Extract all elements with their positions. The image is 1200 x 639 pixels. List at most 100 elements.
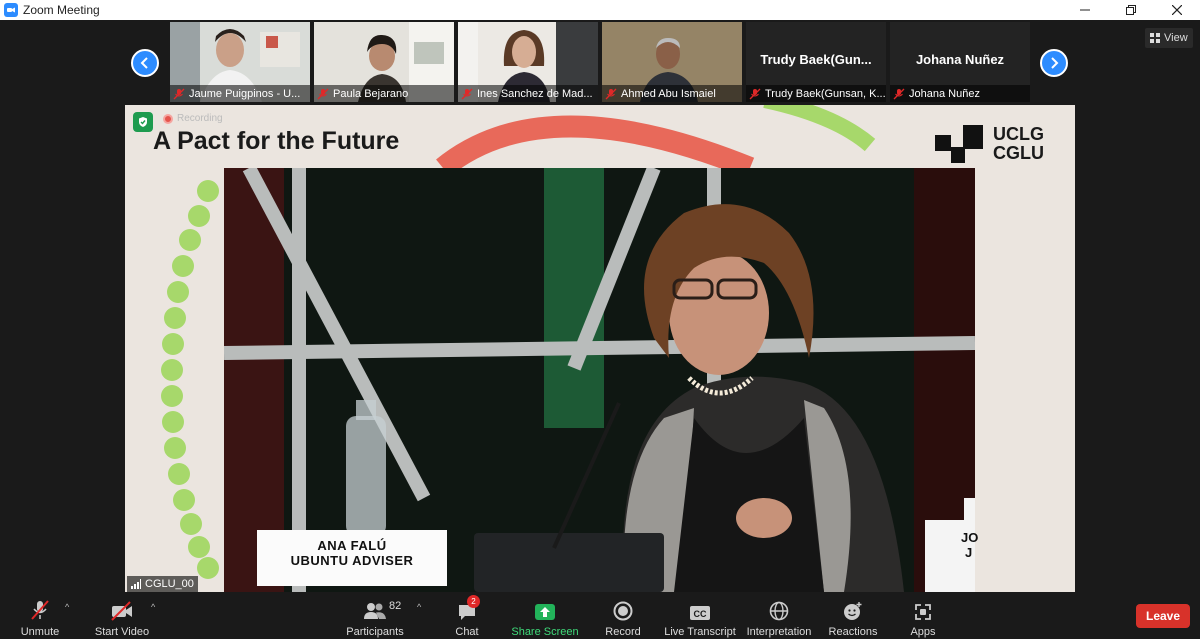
active-speaker-label: CGLU_00 [127, 576, 198, 592]
nameplate-name: ANA FALÚ [317, 538, 387, 553]
chevron-left-icon [140, 57, 148, 69]
chat-label: Chat [455, 626, 479, 638]
zoom-logo-icon [4, 3, 18, 17]
muted-mic-icon [461, 88, 473, 99]
video-options-caret-icon[interactable]: ^ [151, 602, 155, 612]
recording-label: Recording [177, 113, 223, 124]
participant-gallery: Jaume Puigpinos - U... Paula Bejarano In… [170, 22, 1030, 102]
right-nameplate: JO J [925, 520, 979, 592]
audio-options-caret-icon[interactable]: ^ [65, 602, 69, 612]
muted-mic-icon [173, 88, 185, 99]
reactions-button[interactable]: Reactions [826, 592, 880, 639]
recording-dot-icon [163, 113, 173, 124]
apps-icon [914, 597, 932, 621]
muted-mic-icon [893, 88, 905, 99]
live-transcript-button[interactable]: CC Live Transcript [664, 592, 736, 639]
apps-label: Apps [910, 626, 936, 638]
muted-mic-icon [30, 597, 50, 621]
security-shield-icon[interactable] [133, 112, 153, 132]
participants-label: Participants [346, 626, 404, 638]
view-label: View [1164, 32, 1188, 44]
muted-mic-icon [605, 88, 617, 99]
participants-count: 82 [389, 600, 402, 612]
share-screen-button[interactable]: Share Screen [510, 592, 580, 639]
participant-tile[interactable]: Ahmed Abu Ismaiel [602, 22, 742, 102]
logo-text-top: UCLG [993, 124, 1044, 144]
participants-options-caret-icon[interactable]: ^ [417, 602, 421, 612]
chat-icon: 2 [457, 595, 480, 621]
apps-button[interactable]: Apps [905, 592, 941, 639]
signal-bars-icon [131, 579, 141, 589]
uclg-logo: UCLG CGLU [935, 125, 1044, 163]
participant-tile[interactable]: Trudy Baek(Gun... Trudy Baek(Gunsan, K..… [746, 22, 886, 102]
recording-indicator: Recording [163, 113, 223, 124]
closed-caption-icon: CC [689, 597, 711, 621]
speaker-video [224, 168, 975, 592]
right-nameplate-line1: JO [961, 530, 979, 545]
participant-name: Paula Bejarano [333, 87, 409, 100]
record-label: Record [605, 626, 641, 638]
restore-icon [1126, 5, 1136, 15]
share-screen-label: Share Screen [511, 626, 579, 638]
participant-tile[interactable]: Johana Nuñez Johana Nuñez [890, 22, 1030, 102]
participant-label: Paula Bejarano [314, 85, 454, 102]
reactions-label: Reactions [828, 626, 878, 638]
meeting-area: Jaume Puigpinos - U... Paula Bejarano In… [0, 20, 1200, 592]
participant-name: Johana Nuñez [909, 87, 980, 100]
meeting-toolbar: Unmute ^ Start Video ^ Participants 82 ^… [0, 592, 1200, 639]
interpretation-button[interactable]: Interpretation [744, 592, 814, 639]
window-title: Zoom Meeting [23, 3, 100, 17]
slide-title: A Pact for the Future [153, 127, 400, 155]
live-transcript-label: Live Transcript [664, 626, 736, 638]
grid-icon [1150, 33, 1160, 43]
svg-text:CC: CC [694, 609, 707, 619]
participants-icon [363, 597, 387, 621]
leave-button[interactable]: Leave [1136, 604, 1190, 628]
chevron-right-icon [1051, 57, 1059, 69]
record-button[interactable]: Record [600, 592, 646, 639]
muted-mic-icon [317, 88, 329, 99]
participant-tile[interactable]: Ines Sanchez de Mad... [458, 22, 598, 102]
participant-label: Jaume Puigpinos - U... [170, 85, 310, 102]
record-icon [613, 597, 633, 621]
participant-name: Ahmed Abu Ismaiel [621, 87, 716, 100]
participant-name: Ines Sanchez de Mad... [477, 87, 593, 100]
minimize-icon [1080, 9, 1090, 11]
video-off-icon [110, 597, 134, 621]
participant-label: Johana Nuñez [890, 85, 1030, 102]
participant-tile[interactable]: Jaume Puigpinos - U... [170, 22, 310, 102]
share-screen-icon [534, 597, 556, 621]
restore-button[interactable] [1108, 0, 1154, 20]
unmute-label: Unmute [20, 626, 60, 638]
window-controls [1062, 0, 1200, 20]
uclg-logo-mark [935, 125, 983, 163]
participant-name: Trudy Baek(Gunsan, K... [765, 87, 886, 100]
shared-screen: Recording A Pact for the Future UCLG CGL… [125, 105, 1075, 592]
participant-label: Ahmed Abu Ismaiel [602, 85, 742, 102]
chat-badge: 2 [467, 595, 480, 608]
participant-display-name: Johana Nuñez [915, 52, 1005, 67]
start-video-label: Start Video [94, 626, 150, 638]
participant-name: Jaume Puigpinos - U... [189, 87, 301, 100]
speaker-nameplate: ANA FALÚ UBUNTU ADVISER [257, 530, 447, 586]
interpretation-label: Interpretation [746, 626, 812, 638]
unmute-button[interactable]: Unmute [15, 592, 65, 639]
globe-icon [769, 597, 789, 621]
speaker-scene [224, 168, 975, 592]
chat-button[interactable]: 2 Chat [450, 592, 484, 639]
gallery-next-button[interactable] [1040, 49, 1068, 77]
participant-tile[interactable]: Paula Bejarano [314, 22, 454, 102]
logo-text-bottom: CGLU [993, 143, 1044, 163]
participant-label: Ines Sanchez de Mad... [458, 85, 598, 102]
emoji-icon [843, 597, 863, 621]
minimize-button[interactable] [1062, 0, 1108, 20]
muted-mic-icon [749, 88, 761, 99]
participant-label: Trudy Baek(Gunsan, K... [746, 85, 886, 102]
view-button[interactable]: View [1145, 28, 1193, 48]
start-video-button[interactable]: Start Video [92, 592, 152, 639]
window-titlebar: Zoom Meeting [0, 0, 1200, 20]
gallery-prev-button[interactable] [131, 49, 159, 77]
participant-display-name: Trudy Baek(Gun... [760, 52, 872, 67]
close-button[interactable] [1154, 0, 1200, 20]
right-nameplate-line2: J [965, 545, 973, 560]
